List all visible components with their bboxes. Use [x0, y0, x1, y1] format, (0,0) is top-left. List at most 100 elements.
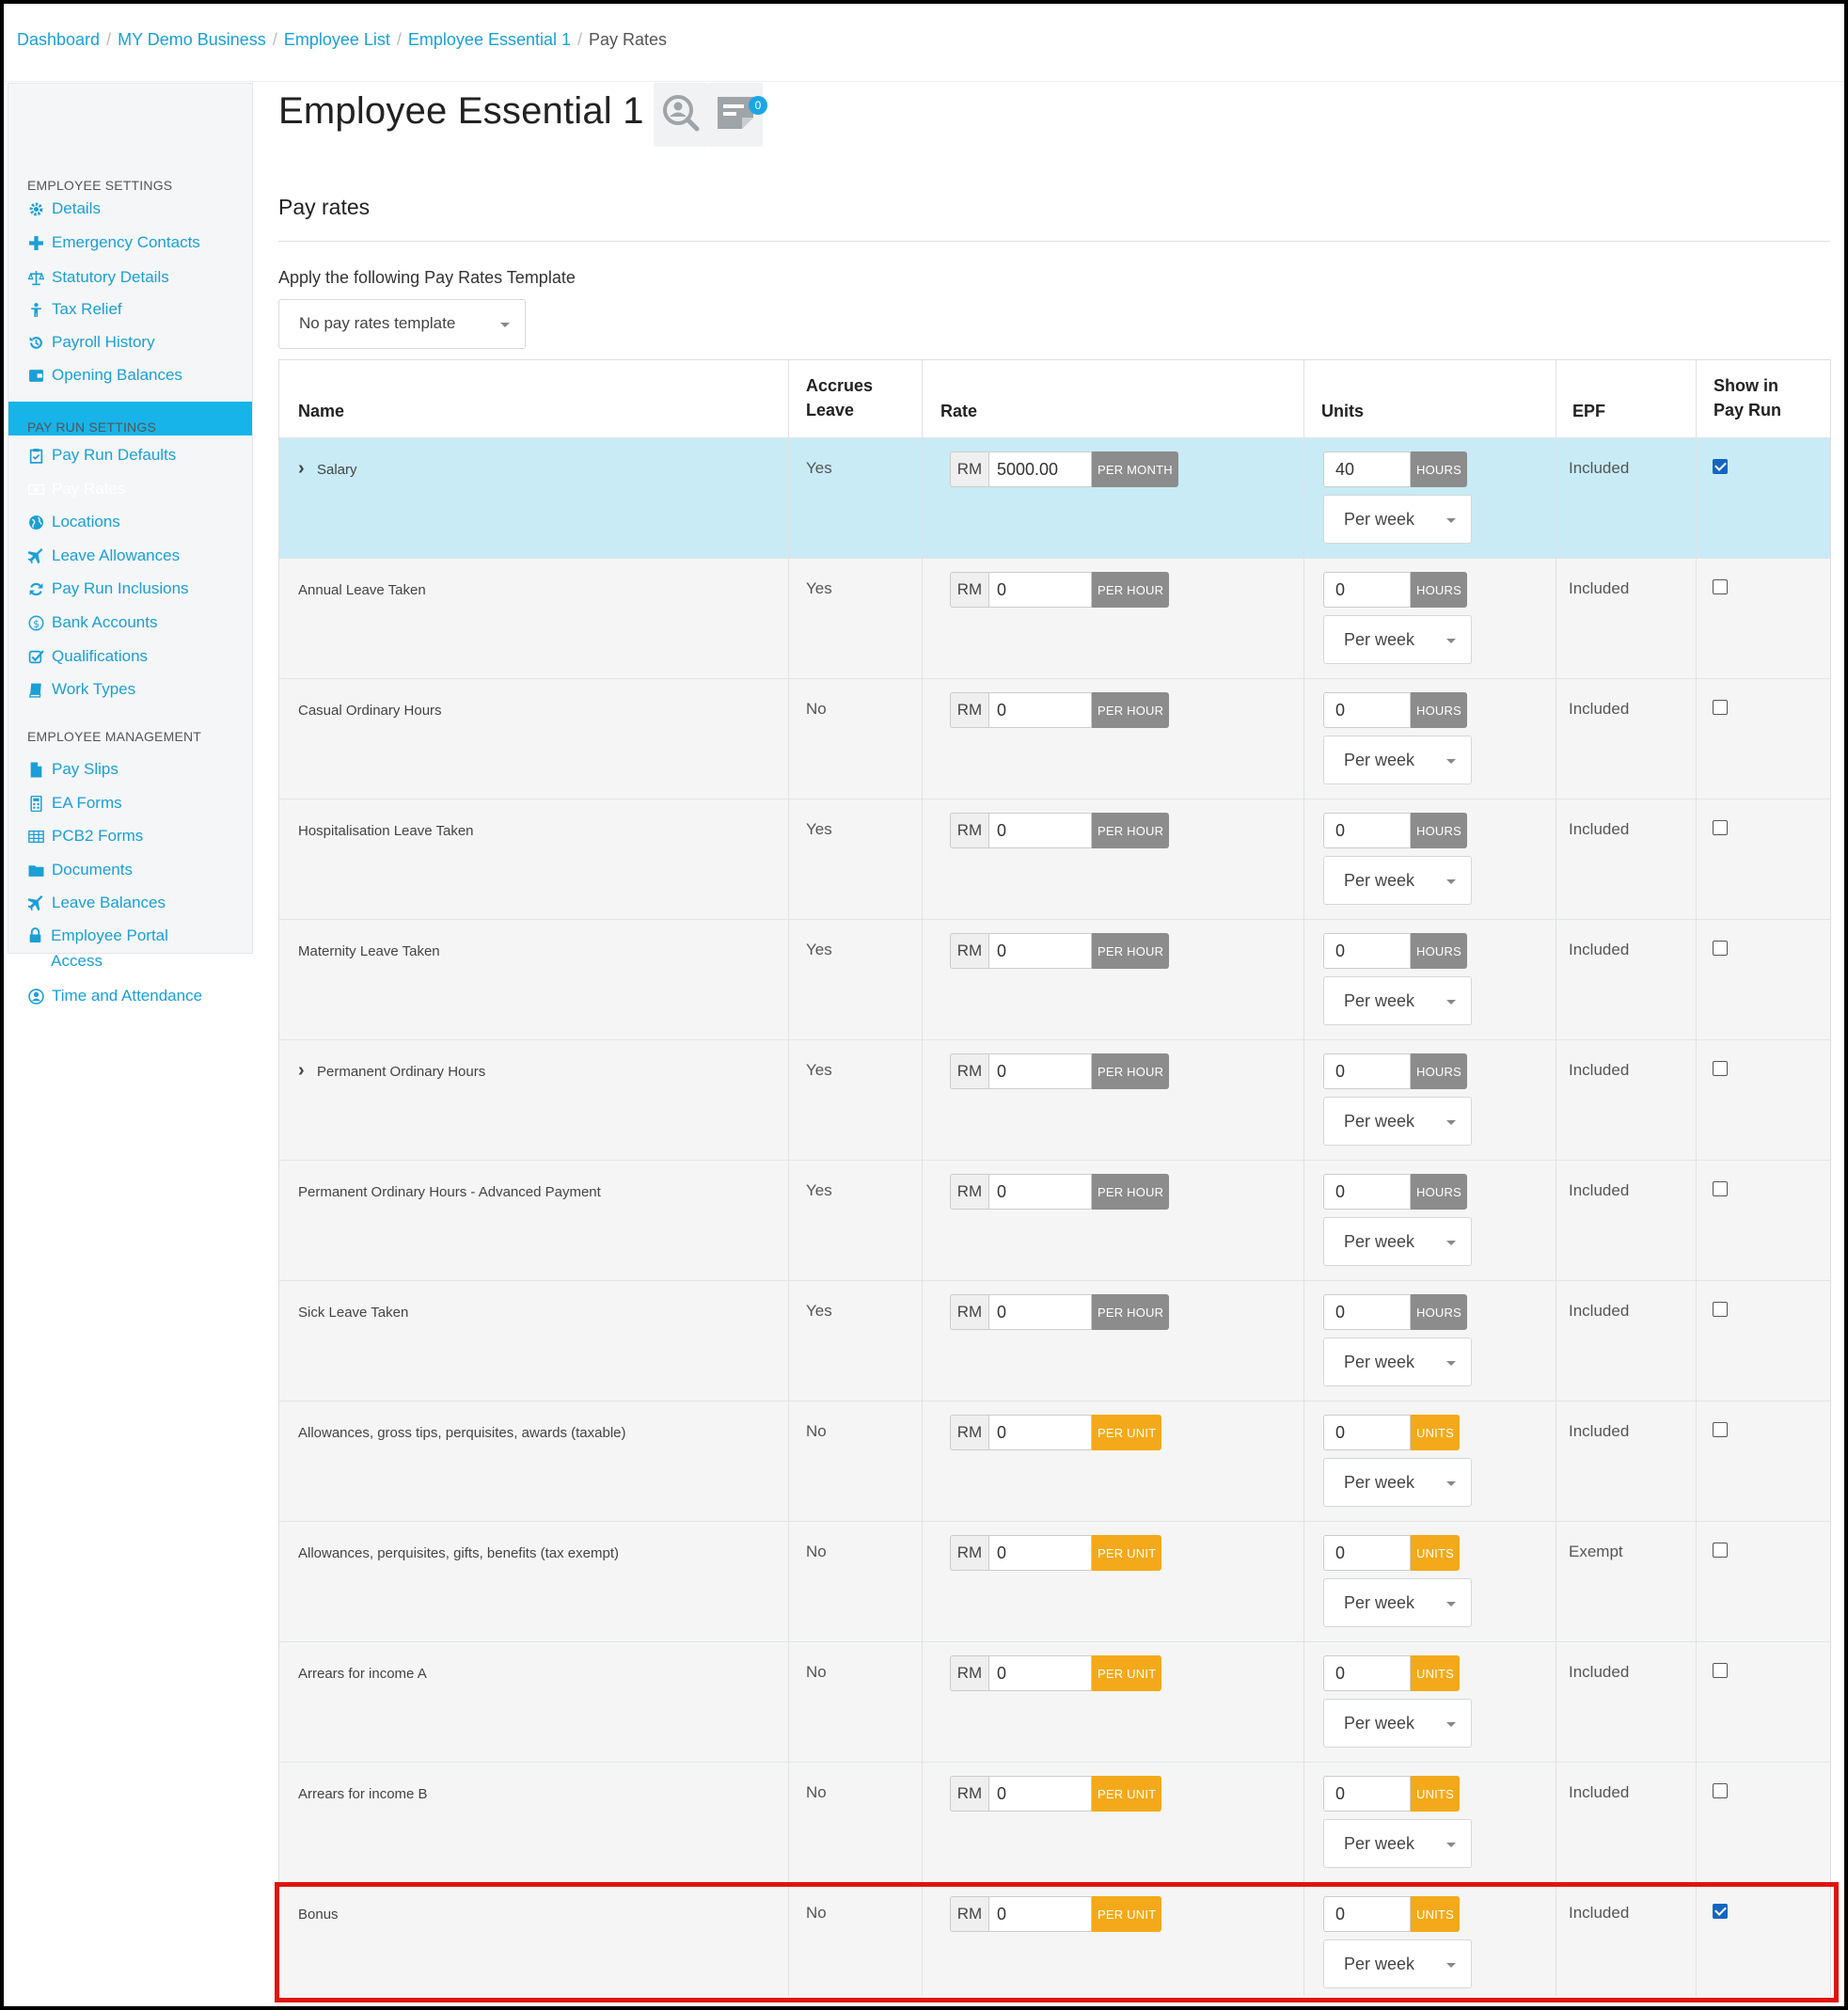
units-input[interactable]: 0: [1323, 1053, 1411, 1089]
sidebar-item-pay-run-inclusions[interactable]: Pay Run Inclusions: [27, 579, 249, 598]
sidebar-item-locations[interactable]: Locations: [27, 513, 249, 531]
rate-input[interactable]: 0: [988, 1896, 1092, 1932]
units-input[interactable]: 0: [1323, 1535, 1411, 1571]
chevron-right-icon[interactable]: ›: [298, 459, 313, 478]
units-input[interactable]: 0: [1323, 933, 1411, 969]
units-type-tag: HOURS: [1411, 572, 1467, 608]
sidebar-section-heading: PAY RUN SETTINGS: [27, 419, 156, 435]
sidebar-item-opening-balances[interactable]: Opening Balances: [27, 366, 249, 385]
pay-category-name[interactable]: › Salary: [298, 459, 357, 478]
units-frequency-select[interactable]: Per week: [1323, 856, 1472, 905]
notes-button[interactable]: [708, 83, 763, 147]
calculator-icon: [27, 795, 44, 812]
units-frequency-select[interactable]: Per week: [1323, 1458, 1472, 1507]
show-in-pay-run-checkbox[interactable]: [1713, 1181, 1728, 1196]
units-frequency-select[interactable]: Per week: [1323, 615, 1472, 664]
epf-value: Included: [1569, 1181, 1630, 1199]
sidebar-item-pcb2-forms[interactable]: PCB2 Forms: [27, 827, 249, 846]
show-in-pay-run-checkbox[interactable]: [1713, 1302, 1728, 1317]
breadcrumb-employee[interactable]: Employee Essential 1: [408, 30, 571, 49]
rate-input[interactable]: 0: [988, 572, 1092, 608]
person-icon: [27, 301, 44, 318]
refresh-icon: [27, 580, 44, 597]
sidebar-item-leave-allowances[interactable]: Leave Allowances: [27, 546, 249, 565]
sidebar-item-time-and-attendance[interactable]: Time and Attendance: [27, 987, 249, 1005]
sidebar-item-leave-balances[interactable]: Leave Balances: [27, 894, 249, 912]
sidebar-item-payroll-history[interactable]: Payroll History: [27, 333, 249, 352]
show-in-pay-run-checkbox[interactable]: [1713, 1543, 1728, 1558]
rate-input[interactable]: 0: [988, 692, 1092, 728]
rate-input[interactable]: 5000.00: [988, 451, 1092, 487]
rate-input[interactable]: 0: [988, 1655, 1092, 1691]
accrues-leave-value: Yes: [806, 820, 832, 838]
units-frequency-select[interactable]: Per week: [1323, 1819, 1472, 1868]
show-in-pay-run-checkbox[interactable]: [1713, 579, 1728, 594]
show-in-pay-run-checkbox[interactable]: [1713, 820, 1728, 835]
search-employee-button[interactable]: [654, 83, 708, 147]
sidebar-item-documents[interactable]: Documents: [27, 861, 249, 879]
frequency-value: Per week: [1344, 871, 1415, 890]
breadcrumb-employee-list[interactable]: Employee List: [284, 30, 390, 49]
units-input[interactable]: 0: [1323, 1415, 1411, 1450]
epf-value: Included: [1569, 1904, 1630, 1922]
units-input[interactable]: 0: [1323, 1896, 1411, 1932]
show-in-pay-run-checkbox[interactable]: [1713, 1783, 1728, 1798]
sidebar-item-statutory-details[interactable]: Statutory Details: [27, 268, 249, 287]
rate-input[interactable]: 0: [988, 1294, 1092, 1330]
units-input[interactable]: 0: [1323, 692, 1411, 728]
units-frequency-select[interactable]: Per week: [1323, 976, 1472, 1025]
frequency-value: Per week: [1344, 510, 1415, 529]
pay-category-name[interactable]: › Permanent Ordinary Hours: [298, 1061, 485, 1080]
sidebar-item-pay-rates[interactable]: Pay Rates: [27, 480, 249, 499]
show-in-pay-run-checkbox[interactable]: [1713, 1904, 1728, 1919]
rate-input[interactable]: 0: [988, 813, 1092, 848]
rate-input[interactable]: 0: [988, 1776, 1092, 1812]
show-in-pay-run-checkbox[interactable]: [1713, 1663, 1728, 1678]
breadcrumb-dashboard[interactable]: Dashboard: [17, 30, 100, 49]
breadcrumb-business[interactable]: MY Demo Business: [118, 30, 266, 49]
units-input-group: 0 HOURS: [1323, 1053, 1467, 1089]
units-frequency-select[interactable]: Per week: [1323, 736, 1472, 784]
show-in-pay-run-checkbox[interactable]: [1713, 941, 1728, 956]
show-in-pay-run-checkbox[interactable]: [1713, 1422, 1728, 1437]
chevron-right-icon[interactable]: ›: [298, 1061, 313, 1080]
units-input[interactable]: 0: [1323, 1294, 1411, 1330]
sidebar-item-details[interactable]: Details: [27, 199, 249, 218]
units-frequency-select[interactable]: Per week: [1323, 1939, 1472, 1988]
sidebar-item-qualifications[interactable]: Qualifications: [27, 647, 249, 666]
units-frequency-select[interactable]: Per week: [1323, 1217, 1472, 1266]
units-input[interactable]: 0: [1323, 572, 1411, 608]
sidebar-item-bank-accounts[interactable]: $ Bank Accounts: [27, 613, 249, 632]
units-frequency-select[interactable]: Per week: [1323, 1337, 1472, 1386]
units-frequency-select[interactable]: Per week: [1323, 1699, 1472, 1748]
sidebar-item-emergency-contacts[interactable]: Emergency Contacts: [27, 233, 249, 252]
rate-input[interactable]: 0: [988, 1415, 1092, 1450]
show-in-pay-run-checkbox[interactable]: [1713, 459, 1728, 474]
show-in-pay-run-checkbox[interactable]: [1713, 1061, 1728, 1076]
pay-rates-template-select[interactable]: No pay rates template: [278, 299, 526, 349]
units-input[interactable]: 0: [1323, 1776, 1411, 1812]
units-frequency-select[interactable]: Per week: [1323, 495, 1472, 544]
units-input[interactable]: 0: [1323, 1655, 1411, 1691]
sidebar-item-employee-portal-access[interactable]: Employee Portal Access: [27, 923, 215, 973]
rate-input[interactable]: 0: [988, 1053, 1092, 1089]
pay-category-label: Allowances, gross tips, perquisites, awa…: [298, 1425, 626, 1441]
sidebar-item-pay-run-defaults[interactable]: Pay Run Defaults: [27, 446, 249, 465]
show-in-pay-run-checkbox[interactable]: [1713, 700, 1728, 715]
sidebar-item-label: Emergency Contacts: [52, 233, 200, 251]
rate-input[interactable]: 0: [988, 933, 1092, 969]
sidebar-item-label: Employee Portal Access: [51, 926, 168, 970]
sidebar-item-ea-forms[interactable]: EA Forms: [27, 794, 249, 813]
rate-input[interactable]: 0: [988, 1535, 1092, 1571]
units-input[interactable]: 0: [1323, 1174, 1411, 1210]
units-frequency-select[interactable]: Per week: [1323, 1578, 1472, 1627]
table-row: Sick Leave Taken Yes RM 0 PER HOUR 0 HOURS Per …: [279, 1280, 1830, 1401]
units-frequency-select[interactable]: Per week: [1323, 1097, 1472, 1146]
units-input[interactable]: 40: [1323, 451, 1411, 487]
units-input[interactable]: 0: [1323, 813, 1411, 848]
sidebar-item-pay-slips[interactable]: Pay Slips: [27, 760, 249, 779]
sidebar-item-tax-relief[interactable]: Tax Relief: [27, 300, 249, 319]
rate-input-group: RM 0 PER UNIT: [950, 1896, 1162, 1932]
sidebar-item-work-types[interactable]: Work Types: [27, 680, 249, 699]
rate-input[interactable]: 0: [988, 1174, 1092, 1210]
